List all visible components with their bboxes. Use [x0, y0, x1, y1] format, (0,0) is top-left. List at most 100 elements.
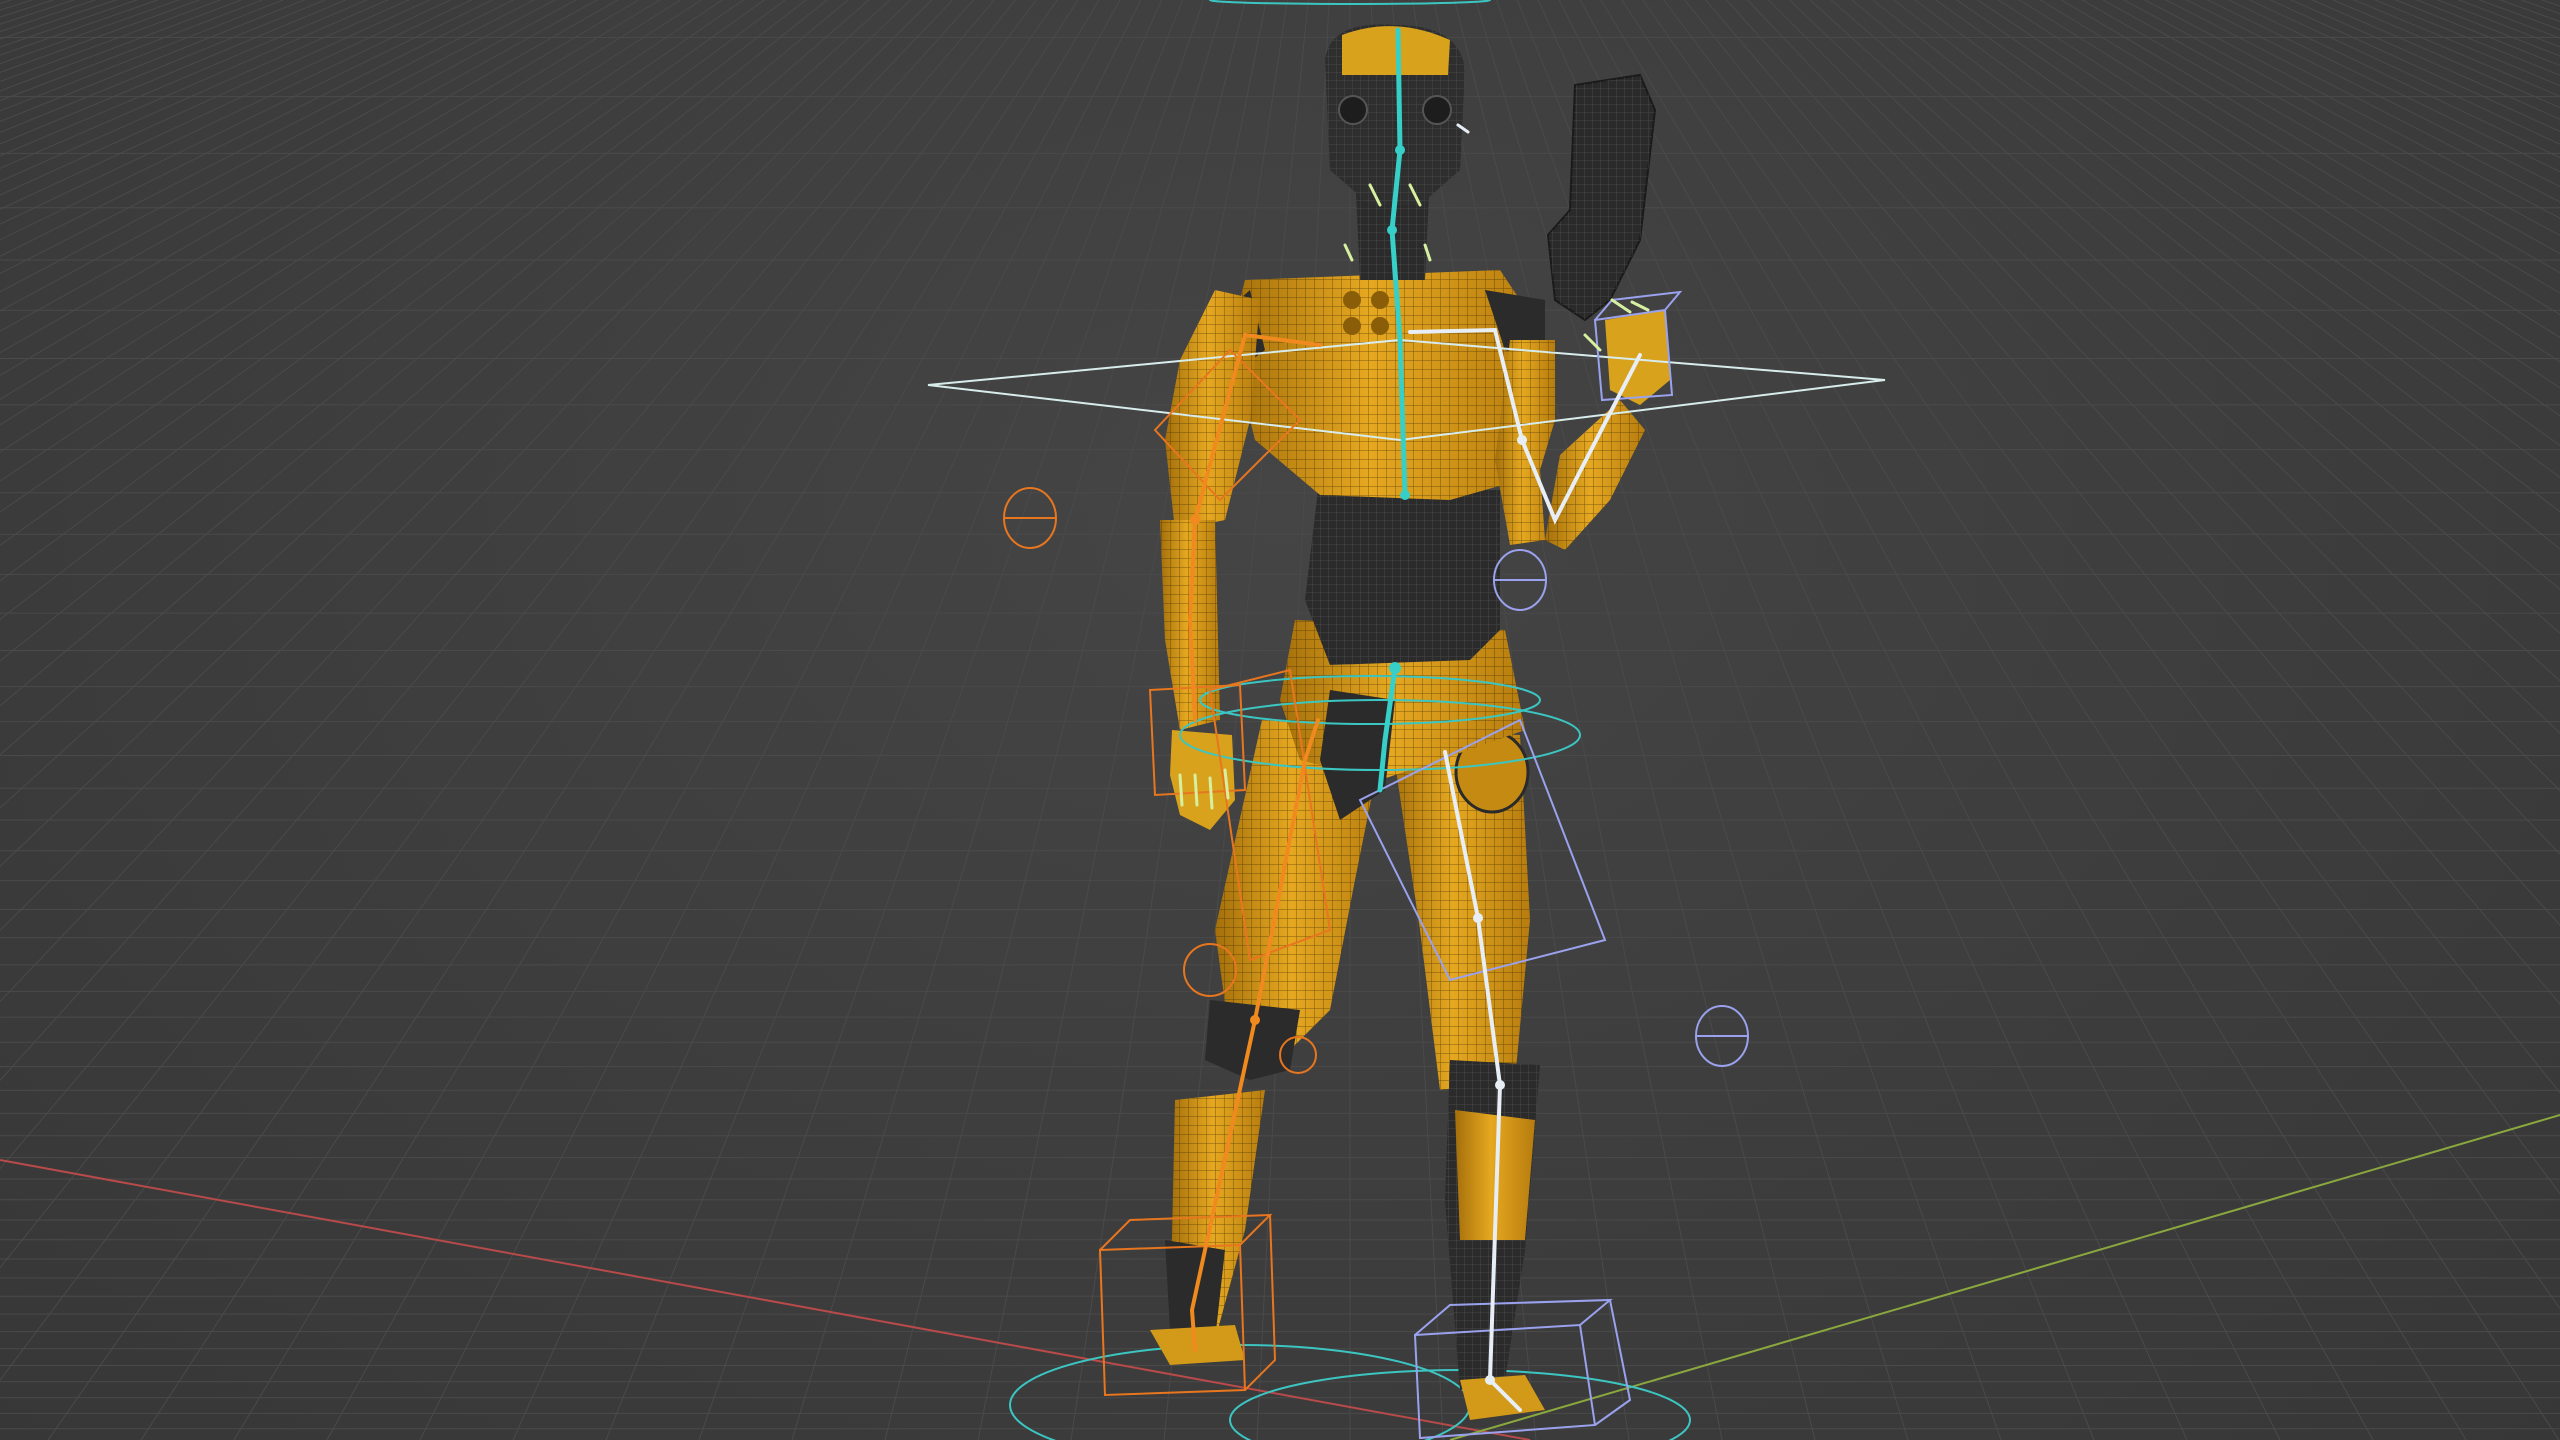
grid-line — [1565, 0, 2560, 1440]
grid-line — [0, 0, 264, 102]
grid-line — [0, 0, 1137, 1440]
grid-line — [0, 0, 1223, 1440]
grid-line — [0, 0, 954, 1003]
grid-line — [0, 0, 1200, 1440]
grid-line — [0, 0, 1225, 1440]
grid-line — [1493, 0, 2560, 1440]
grid-line — [1532, 0, 2560, 1440]
character-mesh[interactable] — [1150, 24, 1670, 1420]
grid-line — [1569, 0, 2560, 1440]
grid-line — [1496, 0, 2560, 1440]
grid-line — [1487, 0, 2560, 1440]
grid-line — [1561, 0, 2560, 1440]
grid-line — [0, 0, 703, 453]
grid-line — [0, 0, 1217, 1440]
grid-line — [0, 0, 1204, 1440]
grid-line — [0, 0, 1198, 1440]
grid-line — [0, 0, 306, 122]
grid-line — [0, 0, 1211, 1440]
grid-line — [1485, 0, 2560, 1440]
grid-line — [0, 0, 598, 332]
pistol-icon[interactable] — [1546, 73, 1657, 322]
grid-line — [0, 0, 1160, 1440]
grid-line — [1531, 0, 2560, 1440]
grid-line — [0, 0, 1143, 1440]
grid-line — [0, 0, 891, 809]
grid-line — [0, 0, 1139, 1440]
grid-line — [0, 0, 327, 134]
grid-line — [0, 0, 473, 225]
grid-line — [0, 0, 76, 25]
grid-line — [1521, 0, 2560, 1440]
grid-line — [1550, 0, 2560, 1440]
grid-line — [1544, 0, 2560, 1440]
grid-line — [1502, 0, 2560, 1440]
viewport-canvas[interactable] — [0, 0, 2560, 1440]
grid-line — [1642, 0, 2560, 1310]
grid-line — [0, 0, 1126, 1440]
grid-line — [1553, 0, 2560, 1440]
grid-line — [0, 0, 1166, 1440]
grid-line — [0, 0, 515, 257]
grid-line — [0, 0, 1189, 1440]
grid-line — [1515, 0, 2560, 1440]
grid-line — [1559, 0, 2560, 1440]
grid-line — [0, 0, 369, 157]
grid-line — [1512, 0, 2560, 1440]
grid-line — [0, 0, 1037, 1381]
grid-line — [0, 0, 389, 169]
grid-line — [0, 0, 34, 11]
grid-line — [0, 0, 348, 145]
grid-line — [1572, 0, 2560, 1440]
grid-line — [0, 0, 1192, 1440]
grid-line — [0, 0, 494, 241]
grid-line — [0, 0, 201, 73]
grid-line — [0, 0, 97, 33]
grid-line — [0, 0, 1183, 1440]
grid-line — [0, 0, 410, 182]
grid-line — [1529, 0, 2560, 1440]
grid-line — [1525, 0, 2560, 1440]
grid-line — [1498, 0, 2560, 1440]
grid-line — [0, 0, 912, 868]
grid-line — [1557, 0, 2560, 1440]
grid-line — [0, 0, 452, 210]
grid-line — [0, 0, 745, 513]
grid-line — [0, 0, 1156, 1440]
grid-line — [1578, 0, 2560, 1440]
grid-line — [1542, 0, 2560, 1440]
grid-line — [0, 0, 1196, 1440]
3d-viewport[interactable] — [0, 0, 2560, 1440]
grid-line — [0, 0, 661, 400]
grid-line — [1570, 0, 2560, 1440]
grid-line — [0, 0, 1181, 1440]
grid-line — [1500, 0, 2560, 1440]
grid-line — [0, 0, 1122, 1440]
grid-line — [0, 0, 118, 40]
grid-line — [1527, 0, 2560, 1440]
grid-line — [0, 0, 1190, 1440]
grid-line — [1551, 0, 2560, 1440]
grid-line — [1574, 0, 2560, 1440]
grid-line — [0, 0, 1124, 1440]
grid-line — [0, 0, 180, 65]
grid-line — [1519, 0, 2560, 1440]
grid-line — [0, 0, 1209, 1440]
grid-line — [0, 0, 1158, 1440]
grid-line — [1489, 0, 2560, 1440]
foot-ik-right[interactable] — [1413, 1298, 1632, 1440]
right-leg-mesh[interactable] — [1390, 730, 1545, 1420]
grid-line — [140, 0, 1079, 1440]
grid-line — [0, 0, 13, 4]
grid-line — [0, 0, 1128, 1440]
grid-line — [1684, 0, 2560, 1094]
grid-line — [1504, 0, 2560, 1440]
grid-line — [0, 0, 1227, 1440]
grid-line — [1517, 0, 2560, 1440]
grid-line — [0, 0, 1194, 1440]
grid-line — [1540, 0, 2560, 1440]
grid-line — [0, 0, 1162, 1440]
grid-line — [0, 0, 619, 354]
grid-line — [0, 0, 1185, 1440]
grid-line — [0, 0, 1135, 1440]
